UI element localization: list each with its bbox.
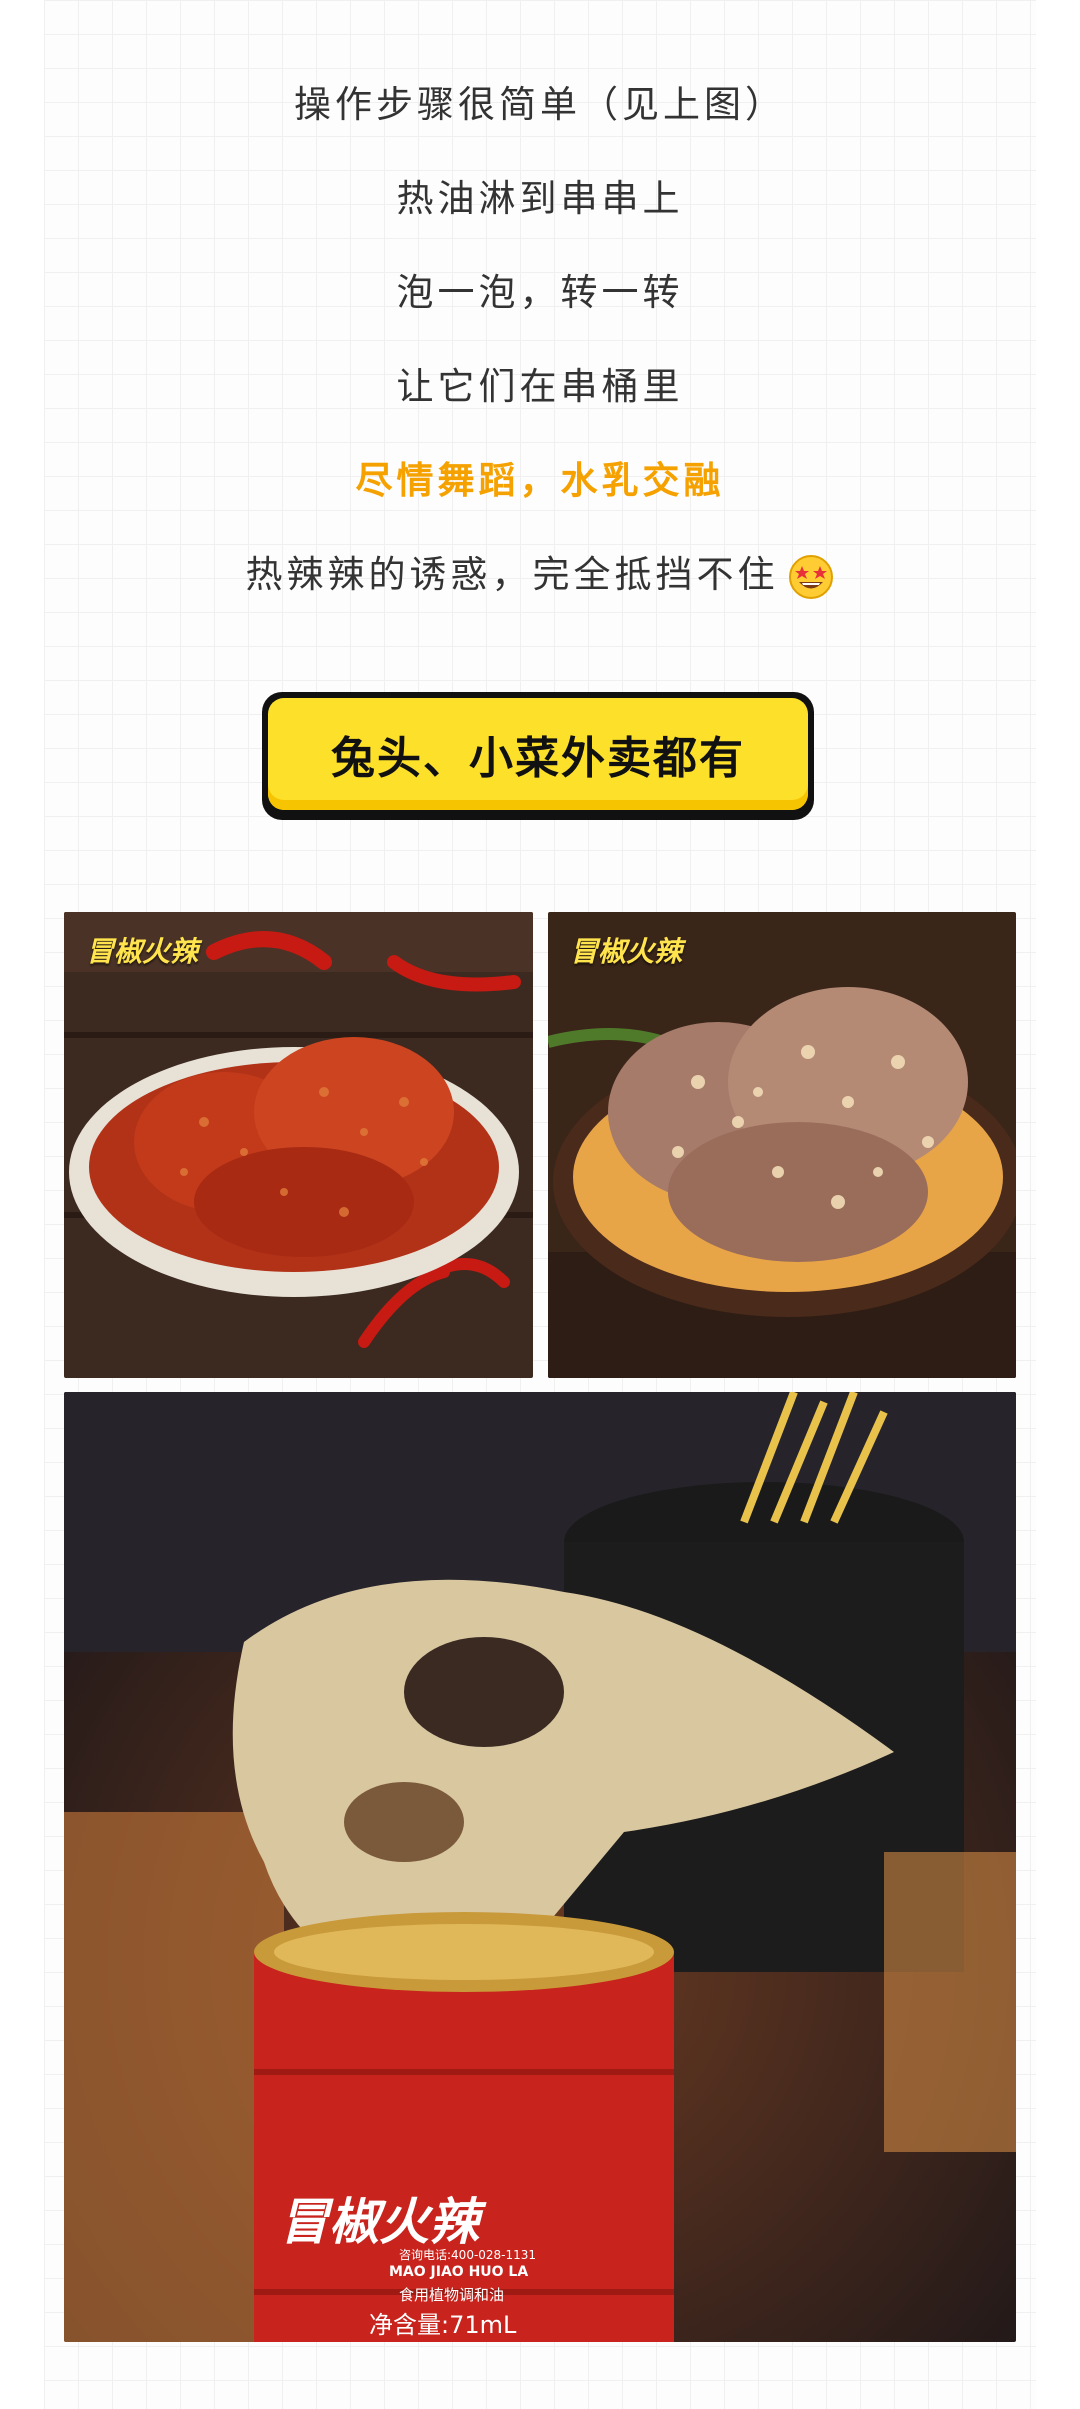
brand-logo: 冒椒火辣	[86, 935, 199, 968]
jar-product: 食用植物调和油	[399, 2286, 505, 2304]
jar-net-content: 净含量:71mL	[369, 2311, 517, 2339]
takeout-button[interactable]: 兔头、小菜外卖都有	[262, 692, 814, 820]
spicy-rabbit-photo: 冒椒火辣	[64, 912, 533, 1378]
text-line-highlight: 尽情舞蹈，水乳交融	[355, 459, 725, 502]
garlic-rabbit-illustration	[548, 912, 1016, 1378]
text-line-4: 让它们在串桶里	[396, 365, 684, 408]
text-line-6: 热辣辣的诱惑，完全抵挡不住	[245, 553, 779, 596]
rabbit-head-jar-photo: 冒椒火辣 咨询电话:400-028-1131 MAO JIAO HUO LA 食…	[64, 1392, 1016, 2342]
brand-logo: 冒椒火辣	[570, 935, 683, 968]
garlic-rabbit-photo: 冒椒火辣	[548, 912, 1016, 1378]
spicy-rabbit-illustration	[64, 912, 533, 1378]
takeout-button-label: 兔头、小菜外卖都有	[268, 698, 808, 810]
jar-hotline: 咨询电话:400-028-1131	[399, 2248, 537, 2262]
jar-brand: 冒椒火辣	[279, 2193, 479, 2251]
text-line-2: 热油淋到串串上	[396, 177, 684, 220]
jar-pinyin: MAO JIAO HUO LA	[389, 2264, 529, 2280]
rabbit-head-jar-illustration	[64, 1392, 1016, 2342]
star-eyes-emoji-icon	[788, 554, 833, 599]
text-line-6-wrap: 热辣辣的诱惑，完全抵挡不住	[0, 544, 1080, 601]
text-line-1: 操作步骤很简单（见上图）	[294, 83, 786, 126]
text-line-3: 泡一泡，转一转	[396, 271, 684, 314]
